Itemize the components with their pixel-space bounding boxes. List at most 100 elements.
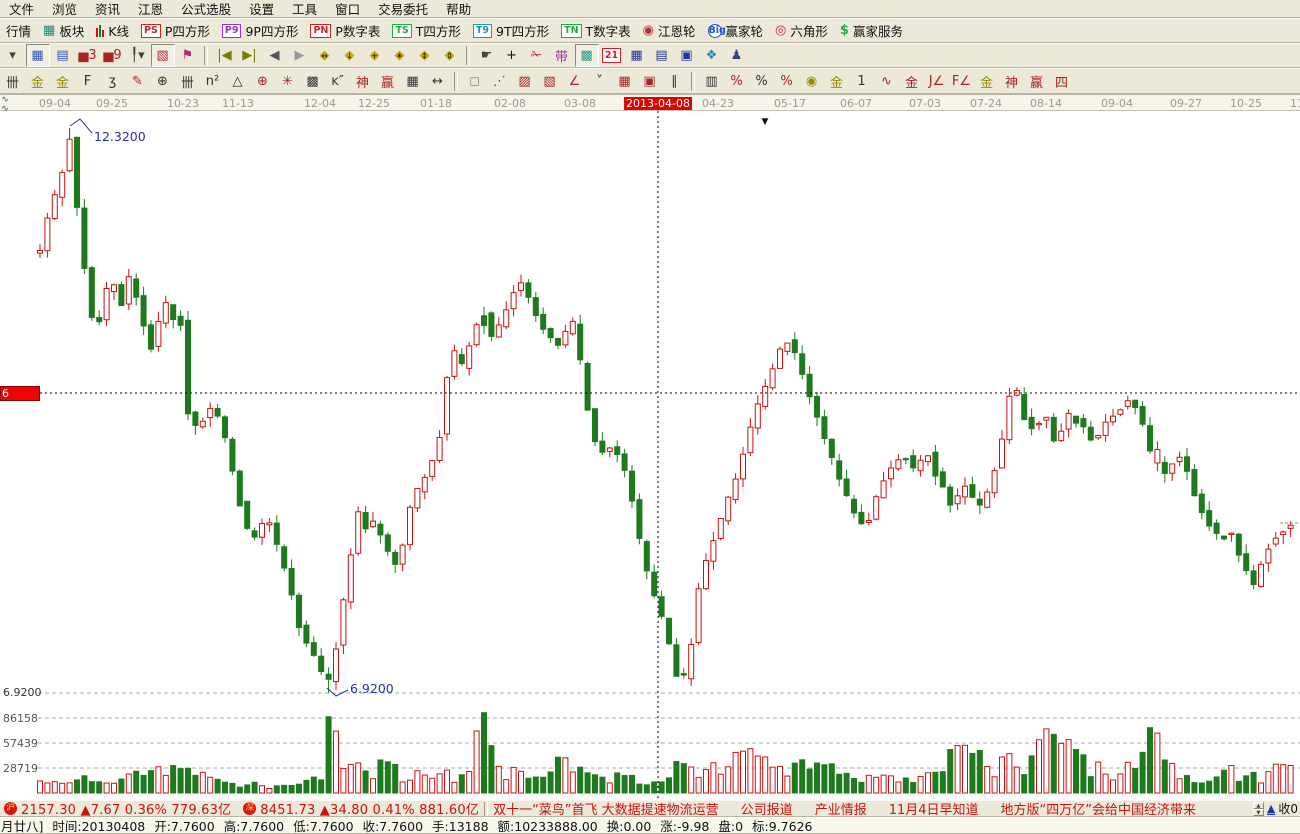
menu-item-4[interactable]: 公式选股 (172, 0, 240, 19)
si-angle-icon[interactable]: 四 (1050, 70, 1074, 93)
circle-ruler-icon[interactable]: ⊕ (151, 70, 175, 93)
notes-icon[interactable]: ▤ (650, 44, 674, 67)
next-bar-icon[interactable]: ▶ (288, 44, 312, 67)
ying-angle-icon[interactable]: 赢 (1025, 70, 1049, 93)
ticker-up-button[interactable]: ▲ (1253, 802, 1264, 809)
star-web-icon[interactable]: ✳ (276, 70, 300, 93)
region-grid-icon[interactable]: ▦ (26, 44, 50, 67)
menu-item-2[interactable]: 资讯 (86, 0, 129, 19)
ticker-item-1[interactable]: 公司报道 (741, 803, 793, 818)
menu-item-7[interactable]: 窗口 (326, 0, 369, 19)
menu-item-1[interactable]: 浏览 (43, 0, 86, 19)
ticker-item-0[interactable]: 双十一“菜鸟”首飞 大数据提速物流运营 (493, 803, 719, 818)
shen-grid-icon[interactable]: 神 (351, 70, 375, 93)
chart-canvas[interactable]: 6.920086158574392871912.32006.9200▼ (0, 111, 1300, 800)
width-measure-icon[interactable]: ↔ (426, 70, 450, 93)
ray-fan-icon[interactable]: ⋰ (488, 70, 512, 93)
toolbar-item-t-number-table[interactable]: TNT数字表 (555, 19, 637, 42)
box-tool-icon[interactable]: ◻ (463, 70, 487, 93)
ying-grid-icon[interactable]: 赢 (376, 70, 400, 93)
candle-style-icon[interactable]: ╿▾ (126, 44, 150, 67)
gold-red-icon[interactable]: 金 (900, 70, 924, 93)
menu-item-9[interactable]: 帮助 (437, 0, 480, 19)
flag-icon[interactable]: ⚑ (176, 44, 200, 67)
protractor-icon[interactable]: △ (226, 70, 250, 93)
spiral-icon[interactable]: ʒ (101, 70, 125, 93)
crosshair-icon[interactable]: + (500, 44, 524, 67)
diamond-star-icon[interactable]: ◆✶ (388, 44, 412, 67)
ticker-item-2[interactable]: 产业情报 (815, 803, 867, 818)
spider-web-icon[interactable]: ▩ (301, 70, 325, 93)
pen-icon[interactable]: ✎ (126, 70, 150, 93)
info-doc-icon[interactable]: ▤ (51, 44, 75, 67)
mosaic-icon[interactable]: ▩ (575, 44, 599, 67)
toolbar-item-winner-wheel[interactable]: Big赢家轮 (702, 19, 770, 42)
save-icon[interactable]: ▣ (675, 44, 699, 67)
bar-measure-icon[interactable]: ▥ (700, 70, 724, 93)
ticker-item-4[interactable]: 地方版“四万亿”会给中国经济带来 (1001, 803, 1196, 818)
prev-bar-icon[interactable]: ◀ (263, 44, 287, 67)
k-measure-icon[interactable]: ĸ″ (326, 70, 350, 93)
menu-item-8[interactable]: 交易委托 (369, 0, 437, 19)
measure-ruler-icon[interactable]: 卌 (1, 70, 25, 93)
export-disk-icon[interactable]: ❖ (700, 44, 724, 67)
diamond-vexpand-icon[interactable]: ◆⇕ (438, 44, 462, 67)
first-bar-icon[interactable]: |◀ (213, 44, 237, 67)
kline-chart[interactable]: 6.920086158574392871912.32006.9200▼ (0, 111, 1300, 800)
grid-box-icon[interactable]: ▣ (638, 70, 662, 93)
gann-target-icon[interactable]: ⊕ (251, 70, 275, 93)
shanghai-index-text[interactable]: 2157.30 ▲7.67 0.36% 779.63亿 (21, 799, 231, 818)
ticker-down-button[interactable]: ▼ (1253, 809, 1264, 816)
ruler2-icon[interactable]: 卌 (176, 70, 200, 93)
hand-drag-icon[interactable]: ☛ (475, 44, 499, 67)
toolbar-item-9t-square[interactable]: T99T四方形 (467, 19, 555, 42)
dropdown-caret-icon[interactable]: ▾ (1, 44, 25, 67)
menu-item-3[interactable]: 江恩 (129, 0, 172, 19)
toolbar-item-gann-wheel[interactable]: ◉江恩轮 (637, 19, 702, 42)
percent-icon[interactable]: % (750, 70, 774, 93)
fan-box-icon[interactable]: ▨ (513, 70, 537, 93)
spider-box-icon[interactable]: ▧ (538, 70, 562, 93)
pattern-box-icon[interactable]: ▧ (151, 44, 175, 67)
toolbar-item-hexagon[interactable]: ◎六角形 (769, 19, 834, 42)
menu-item-5[interactable]: 设置 (240, 0, 283, 19)
ribbon-icon[interactable]: 带 (550, 44, 574, 67)
j-angle-icon[interactable]: J∠ (925, 70, 949, 93)
number-grid-icon[interactable]: ▦ (401, 70, 425, 93)
angle-fan-icon[interactable]: ∠ (563, 70, 587, 93)
toolbar-item-quotes[interactable]: 行情 (0, 19, 37, 42)
n-squared-icon[interactable]: n² (201, 70, 225, 93)
shenzhen-index-text[interactable]: 8451.73 ▲34.80 0.41% 881.60亿 (260, 799, 479, 818)
toolbar-item-sectors[interactable]: ▦板块 (37, 19, 90, 42)
toolbar-item-p-square[interactable]: PSP四方形 (135, 19, 216, 42)
gold-grid-icon[interactable]: 金 (26, 70, 50, 93)
f-angle-icon[interactable]: F∠ (950, 70, 974, 93)
menu-item-6[interactable]: 工具 (283, 0, 326, 19)
ticker-item-3[interactable]: 11月4日早知道 (889, 803, 979, 818)
fib-grid-icon[interactable]: F (76, 70, 100, 93)
diamond-plus-icon[interactable]: ◆+ (363, 44, 387, 67)
gold-grid2-icon[interactable]: 金 (51, 70, 75, 93)
last-bar-icon[interactable]: ▶| (238, 44, 262, 67)
toolbar-item-winner-service[interactable]: $赢家服务 (834, 19, 909, 42)
price-grid-icon[interactable]: ▦ (613, 70, 637, 93)
gold-circle-icon[interactable]: ◉ (800, 70, 824, 93)
toolbar-item-p-number-table[interactable]: PNP数字表 (304, 19, 386, 42)
parallel-lines-icon[interactable]: ∥ (663, 70, 687, 93)
gold-lines-icon[interactable]: 金 (825, 70, 849, 93)
diamond-down-icon[interactable]: ◆↓ (338, 44, 362, 67)
percent-zone-icon[interactable]: % (725, 70, 749, 93)
single-pen-icon[interactable]: 1 (850, 70, 874, 93)
calculator-icon[interactable]: ▦ (625, 44, 649, 67)
bars3-icon[interactable]: ▅3 (76, 44, 100, 67)
calendar-icon[interactable]: 21 (600, 44, 624, 67)
toolbar-item-kline[interactable]: K线 (90, 19, 135, 42)
percent-lines-icon[interactable]: % (775, 70, 799, 93)
ticker-pin-icon[interactable]: ▲ (1267, 803, 1275, 815)
diamond-hcompress-icon[interactable]: ◆↔ (313, 44, 337, 67)
workstation-icon[interactable]: ♟ (725, 44, 749, 67)
cut-icon[interactable]: ✁ (525, 44, 549, 67)
toolbar-item-t-square[interactable]: TST四方形 (386, 19, 466, 42)
diamond-vcompress-icon[interactable]: ◆↕ (413, 44, 437, 67)
bars9-icon[interactable]: ▅9 (101, 44, 125, 67)
